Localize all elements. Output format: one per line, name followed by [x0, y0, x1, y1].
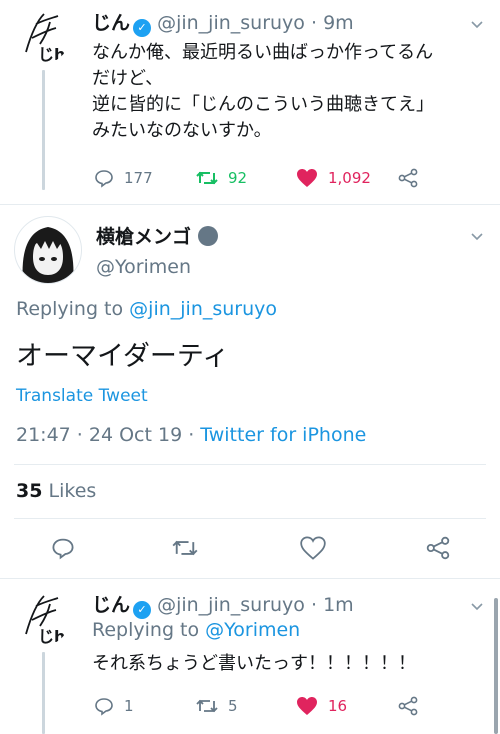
main-tweet-text: オーマイダーティ: [16, 341, 230, 372]
scrollbar[interactable]: [494, 598, 498, 734]
avatar-yorimen[interactable]: [14, 216, 82, 284]
like-icon: [297, 169, 317, 187]
like-button[interactable]: 1,092: [296, 168, 371, 188]
source-link[interactable]: Twitter for iPhone: [200, 424, 366, 446]
svg-text:じh: じh: [38, 627, 65, 646]
replying-to-link[interactable]: @Yorimen: [205, 619, 300, 641]
timestamp[interactable]: 21:47 · 24 Oct 19 ·: [16, 424, 200, 446]
author-name[interactable]: じん: [92, 594, 130, 616]
tweet-text: なんか俺、最近明るい曲ばっか作ってるん だけど、 逆に皆的に「じんのこういう曲聴…: [92, 40, 434, 144]
svg-text:じh: じh: [38, 45, 65, 64]
reply-button[interactable]: 177: [94, 168, 153, 188]
translate-tweet-link[interactable]: Translate Tweet: [16, 386, 148, 406]
divider: [0, 204, 500, 205]
like-icon[interactable]: [300, 536, 326, 560]
retweet-count: 5: [228, 697, 238, 715]
tweet-text-line: だけど、: [92, 68, 164, 89]
share-button[interactable]: [398, 696, 418, 716]
author-name[interactable]: 横槍メンゴ: [96, 226, 191, 248]
thread-line: [42, 652, 45, 734]
tweet-text-line: 逆に皆的に「じんのこういう曲聴きてえ」: [92, 94, 434, 115]
reply-icon: [95, 170, 113, 188]
verified-badge-icon: ✓: [133, 601, 152, 619]
retweet-button[interactable]: 92: [196, 168, 247, 188]
thread-line: [42, 70, 45, 190]
replying-to: Replying to @Yorimen: [92, 619, 300, 641]
privacy-badge-icon: [198, 226, 219, 246]
avatar-jin[interactable]: じh: [14, 590, 70, 646]
like-button[interactable]: 16: [296, 696, 347, 716]
retweet-icon[interactable]: [172, 536, 198, 560]
tweet-text: それ系ちょうど書いたっす！！！！！！: [92, 653, 416, 674]
divider: [14, 464, 486, 465]
like-count: 1,092: [328, 169, 371, 187]
share-icon[interactable]: [426, 536, 450, 560]
avatar-illustration-icon: [22, 227, 74, 283]
share-icon: [398, 168, 418, 188]
replying-prefix: Replying to: [92, 619, 200, 641]
author-name[interactable]: じん: [92, 12, 130, 34]
jin-logo-icon: じh: [25, 595, 65, 646]
author-handle[interactable]: @Yorimen: [96, 256, 191, 278]
reply-count: 177: [124, 169, 153, 187]
tweet-header: じん ✓ @jin_jin_suruyo · 1m: [92, 590, 354, 619]
reply-count: 1: [124, 697, 134, 715]
divider: [0, 578, 500, 579]
retweet-icon: [196, 171, 218, 185]
chevron-down-icon[interactable]: [470, 230, 484, 244]
chevron-down-icon[interactable]: [470, 600, 484, 614]
tweet-text-line: みたいなのないすか。: [92, 120, 272, 141]
author-handle[interactable]: @jin_jin_suruyo: [157, 12, 305, 34]
replying-to: Replying to @jin_jin_suruyo: [16, 298, 277, 320]
reply-icon[interactable]: [51, 536, 75, 560]
replying-to-link[interactable]: @jin_jin_suruyo: [129, 298, 277, 320]
tweet-metadata: 21:47 · 24 Oct 19 · Twitter for iPhone: [16, 424, 366, 446]
main-author: 横槍メンゴ: [96, 222, 219, 249]
tweet-time[interactable]: · 9m: [311, 12, 354, 34]
avatar-jin[interactable]: じh: [14, 8, 70, 64]
divider: [14, 518, 486, 519]
verified-badge-icon: ✓: [133, 19, 152, 37]
retweet-button[interactable]: 5: [196, 696, 238, 716]
reply-icon: [95, 698, 113, 716]
reply-button[interactable]: 1: [94, 696, 134, 716]
chevron-down-icon[interactable]: [470, 18, 484, 32]
author-handle[interactable]: @jin_jin_suruyo: [157, 594, 305, 616]
retweet-count: 92: [228, 169, 248, 187]
likes-summary[interactable]: 35 Likes: [16, 480, 96, 502]
tweet-header: じん ✓ @jin_jin_suruyo · 9m: [92, 8, 354, 37]
likes-count: 35: [16, 480, 43, 502]
share-button[interactable]: [398, 168, 418, 188]
retweet-icon: [196, 699, 218, 713]
likes-label: Likes: [48, 480, 97, 502]
share-icon: [398, 696, 418, 716]
replying-prefix: Replying to: [16, 298, 124, 320]
tweet-time[interactable]: · 1m: [311, 594, 354, 616]
jin-logo-icon: じh: [25, 13, 65, 64]
tweet-text-line: なんか俺、最近明るい曲ばっか作ってるん: [92, 42, 434, 63]
like-icon: [297, 697, 317, 715]
like-count: 16: [328, 697, 348, 715]
